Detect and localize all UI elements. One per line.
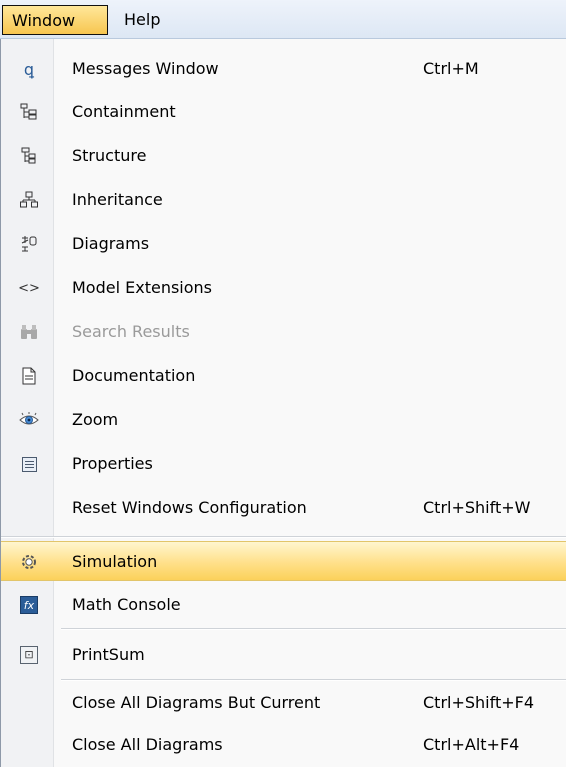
menu-item-properties[interactable]: Properties [1,444,566,484]
menu-window[interactable]: Window [2,5,108,35]
containment-tree-icon [19,102,39,122]
menu-item-label: Structure [72,146,147,165]
menu-item-inheritance[interactable]: Inheritance [1,180,566,220]
document-icon [19,366,39,386]
binoculars-icon [19,322,39,342]
menu-item-shortcut: Ctrl+M [423,59,479,78]
menu-item-simulation[interactable]: Simulation [1,541,566,581]
structure-tree-icon [19,146,39,166]
menu-item-label: Containment [72,102,176,121]
menu-help[interactable]: Help [118,5,160,35]
diagrams-icon [19,234,39,254]
menu-item-label: Messages Window [72,59,219,78]
lightbulb-icon: ꝗ [23,59,35,79]
menu-item-label: Documentation [72,366,196,385]
window-dropdown-menu: ꝗ Messages Window Ctrl+M Containment Str… [0,39,566,767]
app-window: Window Help ꝗ Messages Window Ctrl+M Con… [0,0,566,767]
menu-separator [1,536,566,538]
menu-separator [61,679,566,681]
menu-item-shortcut: Ctrl+Shift+W [423,498,531,517]
menu-item-reset-windows-configuration[interactable]: Reset Windows Configuration Ctrl+Shift+W [1,488,566,528]
menu-item-diagrams[interactable]: Diagrams [1,224,566,264]
menu-item-model-extensions[interactable]: <> Model Extensions [1,268,566,308]
eye-icon [19,410,39,430]
menu-separator [61,628,566,630]
menu-item-label: Inheritance [72,190,163,209]
menu-item-messages-window[interactable]: ꝗ Messages Window Ctrl+M [1,49,566,89]
menu-item-label: Diagrams [72,234,150,253]
menu-item-shortcut: Ctrl+Shift+F4 [423,693,535,712]
menu-item-search-results[interactable]: Search Results [1,312,566,352]
menu-item-label: Reset Windows Configuration [72,498,307,517]
menu-item-printsum[interactable]: ⊡ PrintSum [1,635,566,675]
angle-brackets-icon: <> [18,280,40,296]
gear-icon [19,552,39,572]
menu-item-math-console[interactable]: fx Math Console [1,585,566,625]
menu-item-close-all-diagrams[interactable]: Close All Diagrams Ctrl+Alt+F4 [1,725,566,765]
menu-item-label: Simulation [72,552,158,571]
menu-item-structure[interactable]: Structure [1,136,566,176]
menu-item-zoom[interactable]: Zoom [1,400,566,440]
menu-item-label: Close All Diagrams [72,735,223,754]
menu-item-label: Zoom [72,410,119,429]
menu-item-label: Math Console [72,595,181,614]
properties-icon [19,454,39,474]
menu-item-label: Properties [72,454,153,473]
menubar: Window Help [0,0,566,39]
menu-item-label: Close All Diagrams But Current [72,693,321,712]
menu-item-shortcut: Ctrl+Alt+F4 [423,735,520,754]
printsum-icon: ⊡ [19,645,39,665]
fx-icon: fx [19,595,39,615]
menu-item-label: PrintSum [72,645,145,664]
menu-item-documentation[interactable]: Documentation [1,356,566,396]
menu-item-containment[interactable]: Containment [1,92,566,132]
menu-item-label: Model Extensions [72,278,213,297]
menu-item-close-all-diagrams-but-current[interactable]: Close All Diagrams But Current Ctrl+Shif… [1,683,566,723]
menu-item-label: Search Results [72,322,190,341]
inheritance-icon [19,190,39,210]
